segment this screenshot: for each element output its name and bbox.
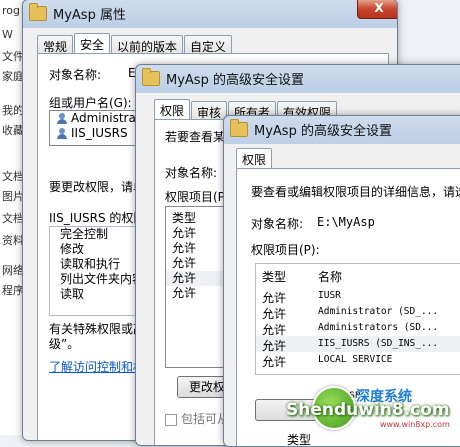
entry-name: Administrators (SD... [318,322,439,333]
user-group-icon [56,128,68,139]
folder-icon [142,67,160,86]
entry-name: Administrator (SD_... [318,306,439,317]
entry-rows: 允许 IUSR 允许 Administrator (SD_... 允许 Administr… [256,288,460,369]
entry-type[interactable]: 允许 [166,226,226,241]
explorer-nav-fragment: 资料 [2,234,24,247]
explorer-nav-fragment: 文档 [2,170,24,183]
explorer-nav-fragment: 程序 [2,284,24,297]
include-inheritable-checkbox[interactable]: 包括可从 [165,410,229,427]
explorer-nav-fragment: 图片 [2,190,24,203]
advanced-titlebar-front[interactable]: MyAsp 的高级安全设置 [224,116,460,142]
users-list[interactable]: Administra IIS_IUSRS [49,110,141,146]
advanced-titlebar-back[interactable]: MyAsp 的高级安全设置 [136,65,460,91]
folder-icon [230,118,248,137]
permissions-list: 完全控制 修改 读取和执行 列出文件夹内容 读取 [49,226,139,316]
entry-name: IUSR [318,290,341,301]
watermark: 深度系统 Shenduwin8.com www.win8xp.com [262,384,460,435]
explorer-nav-fragment: W [2,28,13,41]
permission-item: 读取和执行 [60,257,121,271]
advanced-title-front: MyAsp 的高级安全设置 [254,123,392,139]
close-button[interactable]: X [357,0,397,19]
explorer-nav-fragment: 家庭 [2,70,24,83]
watermark-text: Shenduwin8.com [286,400,450,420]
group-users-label: 组或用户名(G): [49,96,132,110]
column-header-name[interactable]: 名称 [318,268,342,285]
permission-item: 完全控制 [60,227,109,241]
entry-type[interactable]: 允许 [166,241,226,256]
special-permissions-note-end: 级”。 [49,337,80,351]
watermark-url: www.win8xp.com [380,420,450,429]
change-permissions-hint: 要更改权限，请单 [49,180,146,194]
object-name-label: 对象名称: [49,68,102,82]
view-hint: 若要查看某 [165,130,226,144]
explorer-nav-fragment: 文件 [2,50,24,63]
permissions-for-label: IIS_IUSRS 的权限 [49,211,146,225]
permission-entries-list-back[interactable]: 类型 允许 允许 允许 允许 允许 [165,206,227,368]
explorer-nav-fragment: 网络 [2,264,24,277]
user-row[interactable]: IIS_IUSRS [50,126,140,141]
object-name-label: 对象名称: [165,166,218,180]
permission-entry-row[interactable]: 允许 IUSR [256,288,460,305]
permission-entries-list[interactable]: 类型 名称 允许 IUSR 允许 Administrator (SD_... 允许 Adm… [255,263,460,375]
permission-entries-label: 权限项目(P): [251,243,320,257]
explorer-nav-fragment: rog [2,4,20,17]
object-name-label: 对象名称: [251,217,304,231]
tab-previous-versions[interactable]: 以前的版本 [111,35,184,55]
permission-entry-row[interactable]: 允许 Administrators (SD... [256,320,460,337]
advanced-title-back: MyAsp 的高级安全设置 [166,72,304,88]
properties-titlebar[interactable]: MyAsp 属性 [23,0,397,26]
view-edit-hint: 要查看或编辑权限项目的详细信息，请选 [251,185,460,199]
entry-type[interactable]: 允许 [166,286,226,301]
entry-type[interactable]: 允许 [166,271,226,286]
user-group-icon [56,113,68,124]
properties-title: MyAsp 属性 [53,7,126,23]
entry-type[interactable]: 允许 [166,256,226,271]
object-name-value: E:\MyAsp [317,215,375,229]
permission-item: 修改 [60,242,85,256]
folder-icon [29,2,47,21]
permission-entry-row[interactable]: 允许 LOCAL SERVICE [256,352,460,369]
explorer-nav-fragment: 收藏 [2,124,24,137]
explorer-nav-fragment: 我的 [2,104,24,117]
column-header-type[interactable]: 类型 [262,268,286,285]
tab-general[interactable]: 常规 [37,35,74,55]
user-row[interactable]: Administra [50,111,140,126]
entry-name: IIS_IUSRS (SD_INS_... [318,338,439,349]
permission-item: 读取 [60,287,85,301]
explorer-nav-fragment: 文档 [2,212,24,225]
column-header-type[interactable]: 类型 [166,211,226,226]
tab-auditing[interactable]: 审核 [191,101,228,121]
access-control-link[interactable]: 了解访问控制和权 [49,358,145,375]
permission-entry-row[interactable]: 允许 Administrator (SD_... [256,304,460,321]
entry-type: 允许 [262,355,287,369]
checkbox-icon[interactable] [165,413,177,426]
permission-item: 列出文件夹内容 [60,272,139,286]
tab-customize[interactable]: 自定义 [184,35,233,55]
permission-entry-row[interactable]: 允许 IIS_IUSRS (SD_INS_... [256,336,460,353]
entry-name: LOCAL SERVICE [318,354,393,365]
